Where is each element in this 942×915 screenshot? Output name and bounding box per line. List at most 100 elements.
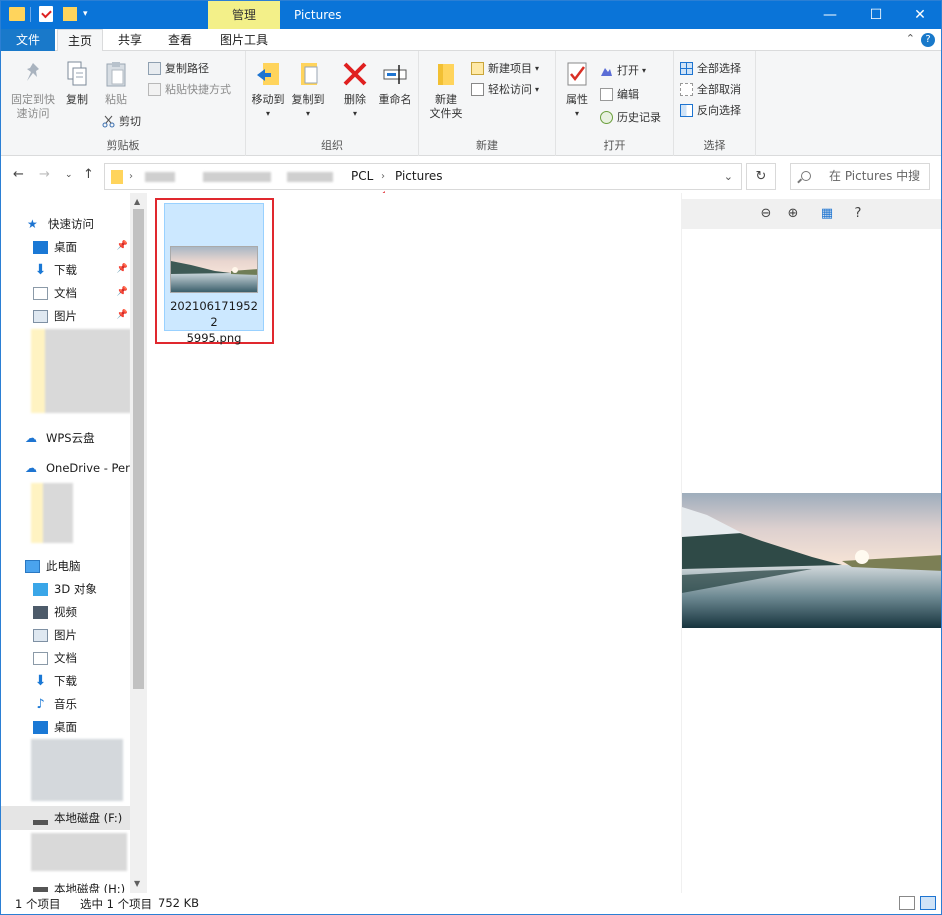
properties-button[interactable]: 属性 ▾	[562, 59, 592, 121]
minimize-button[interactable]: —	[807, 1, 853, 29]
tab-share[interactable]: 共享	[109, 29, 151, 51]
nav-label: 图片	[54, 309, 77, 323]
select-all-label: 全部选择	[697, 62, 741, 75]
pin-label-2: 速访问	[16, 107, 50, 120]
invert-selection-button[interactable]: 反向选择	[680, 101, 741, 119]
maximize-button[interactable]: ☐	[853, 1, 899, 29]
history-button[interactable]: 历史记录	[600, 108, 661, 126]
nav-desktop-pc[interactable]: 桌面	[33, 716, 77, 738]
up-arrow-icon[interactable]: ↑	[83, 167, 94, 182]
nav-label: 本地磁盘 (H:)	[54, 882, 126, 893]
back-arrow-icon[interactable]: ←	[13, 167, 24, 182]
edit-label: 编辑	[617, 88, 639, 101]
new-item-button[interactable]: 新建项目 ▾	[471, 59, 539, 77]
edit-button[interactable]: 编辑	[600, 85, 639, 103]
pin-icon: 📌	[116, 310, 128, 320]
search-input[interactable]: 在 Pictures 中搜索	[790, 163, 930, 208]
nav-downloads-pc[interactable]: ⬇ 下载	[33, 670, 77, 692]
nav-pictures-pc[interactable]: 图片	[33, 624, 77, 646]
quick-access-separator	[30, 7, 31, 22]
address-dropdown-icon[interactable]: ⌄	[724, 164, 733, 189]
chevron-right-icon: ›	[381, 171, 385, 182]
image-preview	[682, 493, 941, 628]
nav-desktop[interactable]: 桌面	[33, 236, 77, 258]
nav-local-disk-f[interactable]: 本地磁盘 (F:)	[33, 807, 122, 829]
nav-wps-cloud[interactable]: ☁ WPS云盘	[25, 427, 95, 449]
zoom-in-icon[interactable]: ⊕	[785, 206, 801, 222]
paste-shortcut-button[interactable]: 粘贴快捷方式	[148, 80, 231, 98]
help-circle-icon[interactable]: ?	[850, 206, 866, 222]
tab-file[interactable]: 文件	[1, 29, 55, 51]
tab-picture-tools[interactable]: 图片工具	[211, 29, 277, 51]
file-list-area[interactable]: 2021061719522 5995.png	[151, 193, 681, 893]
paste-shortcut-label: 粘贴快捷方式	[165, 83, 231, 96]
breadcrumb-pcl[interactable]: PCL	[351, 164, 373, 189]
nav-downloads[interactable]: ⬇ 下载	[33, 259, 77, 281]
copy-label: 复制	[66, 93, 88, 106]
scroll-down-icon[interactable]: ▼	[134, 879, 140, 888]
close-button[interactable]: ✕	[897, 1, 941, 29]
breadcrumb-pictures[interactable]: Pictures	[395, 164, 443, 189]
nav-documents-pc[interactable]: 文档	[33, 647, 77, 669]
tab-home[interactable]: 主页	[57, 29, 103, 52]
paste-button[interactable]: 粘贴	[99, 59, 133, 107]
nav-documents[interactable]: 文档	[33, 282, 77, 304]
new-folder-quick-icon[interactable]	[63, 7, 77, 21]
copy-path-button[interactable]: 复制路径	[148, 59, 209, 77]
address-bar[interactable]: › PCL › Pictures ⌄	[104, 163, 742, 190]
nav-scrollbar[interactable]: ▲ ▼	[130, 193, 147, 893]
help-icon[interactable]: ?	[921, 33, 935, 47]
scroll-up-icon[interactable]: ▲	[134, 197, 140, 206]
cut-button[interactable]: 剪切	[102, 112, 141, 130]
nav-3d-objects[interactable]: 3D 对象	[33, 578, 97, 600]
star-icon: ★	[27, 216, 38, 231]
rename-label: 重命名	[378, 93, 412, 106]
nav-this-pc[interactable]: 此电脑	[25, 555, 81, 577]
pin-quick-access-button[interactable]: 固定到快 速访问	[7, 59, 59, 121]
select-none-button[interactable]: 全部取消	[680, 80, 741, 98]
open-button[interactable]: 打开 ▾	[600, 61, 646, 79]
details-view-icon[interactable]	[899, 896, 915, 910]
manage-context-tab[interactable]: 管理	[208, 1, 280, 29]
grid-view-icon[interactable]: ▦	[819, 206, 835, 222]
document-icon	[33, 651, 48, 665]
select-all-button[interactable]: 全部选择	[680, 59, 741, 77]
pin-icon: 📌	[116, 287, 128, 297]
nav-quick-access[interactable]: ★ 快速访问	[27, 213, 94, 235]
copy-button[interactable]: 复制	[61, 59, 93, 107]
nav-onedrive[interactable]: ☁ OneDrive - Pers	[25, 457, 136, 479]
desktop-icon	[33, 720, 48, 734]
recent-locations-icon[interactable]: ⌄	[65, 170, 73, 180]
select-all-icon	[680, 61, 693, 75]
delete-button[interactable]: 删除 ▾	[340, 59, 370, 121]
file-item[interactable]: 2021061719522 5995.png	[164, 203, 264, 345]
ribbon: 固定到快 速访问 复制 粘贴 复制路径 粘贴快捷方式 剪切 剪贴板 移动到 ▾ …	[1, 51, 941, 156]
large-icons-view-icon[interactable]	[920, 896, 936, 910]
nav-videos[interactable]: 视频	[33, 601, 77, 623]
nav-local-disk-h[interactable]: 本地磁盘 (H:)	[33, 881, 125, 893]
new-folder-button[interactable]: 新建 文件夹	[427, 59, 465, 121]
organize-group: 移动到 ▾ 复制到 ▾ 删除 ▾ 重命名 组织	[246, 51, 419, 156]
open-label: 打开	[617, 64, 639, 77]
pin-icon	[20, 59, 46, 89]
move-to-button[interactable]: 移动到 ▾	[250, 59, 286, 121]
refresh-button[interactable]: ↻	[746, 163, 776, 190]
nav-music[interactable]: ♪ 音乐	[33, 693, 77, 715]
copy-to-button[interactable]: 复制到 ▾	[290, 59, 326, 121]
image-thumbnail	[170, 246, 258, 293]
folder-icon	[111, 170, 123, 184]
nav-pictures[interactable]: 图片	[33, 305, 77, 327]
nav-label: 本地磁盘 (F:)	[54, 811, 123, 825]
move-to-icon	[255, 59, 281, 89]
forward-arrow-icon[interactable]: →	[39, 167, 50, 182]
properties-quick-icon[interactable]	[39, 6, 53, 22]
tab-view[interactable]: 查看	[159, 29, 201, 51]
scroll-thumb[interactable]	[133, 209, 144, 689]
collapse-ribbon-icon[interactable]: ⌃	[906, 32, 915, 45]
quick-access-dropdown-icon[interactable]: ▾	[83, 9, 88, 19]
zoom-out-icon[interactable]: ⊖	[758, 206, 774, 222]
easy-access-button[interactable]: 轻松访问 ▾	[471, 80, 539, 98]
blurred-drive-entries	[31, 739, 123, 801]
rename-button[interactable]: 重命名	[376, 59, 414, 107]
organize-group-label: 组织	[321, 139, 343, 152]
